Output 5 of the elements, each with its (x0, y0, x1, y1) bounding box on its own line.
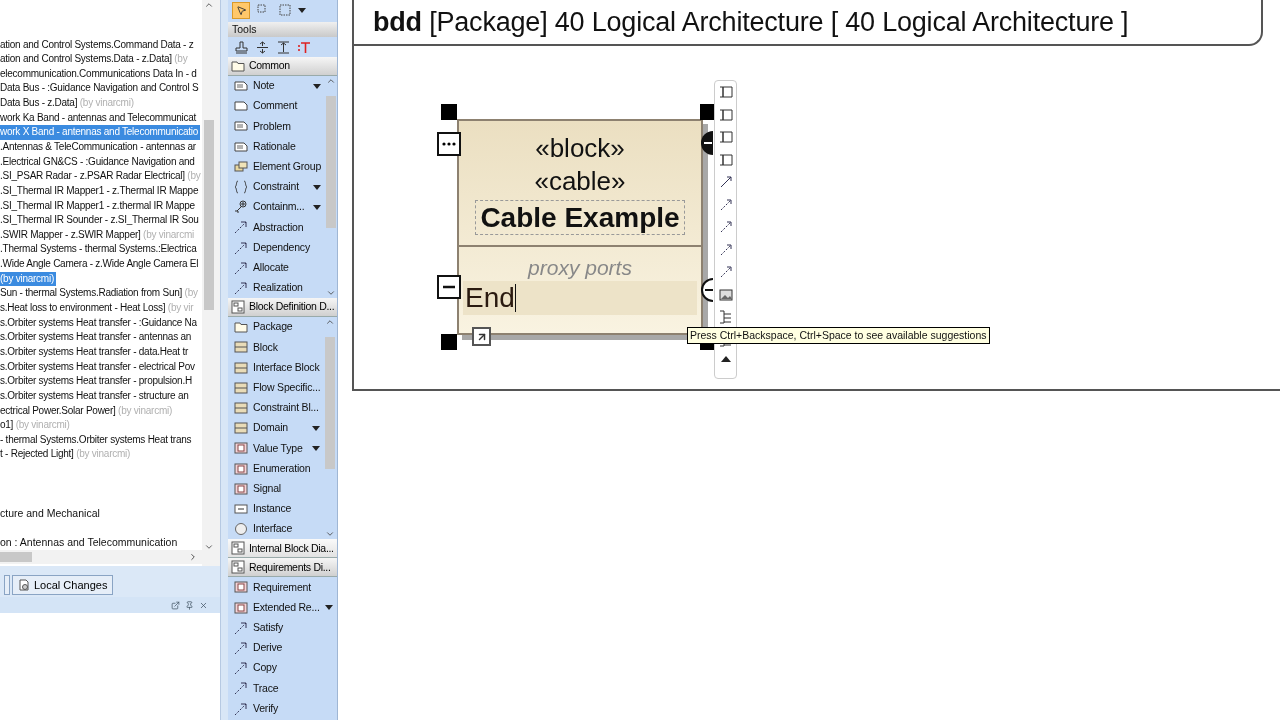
diagram-title: bdd [Package] 40 Logical Architecture [ 40 Logical Architecture ] (373, 5, 1129, 39)
tooltip: Press Ctrl+Backspace, Ctrl+Space to see available suggestions (687, 327, 990, 344)
compartment-title: proxy ports (526, 255, 633, 281)
stereotype-label: «cable» (534, 165, 626, 198)
stereotype-label: «block» (535, 132, 625, 165)
